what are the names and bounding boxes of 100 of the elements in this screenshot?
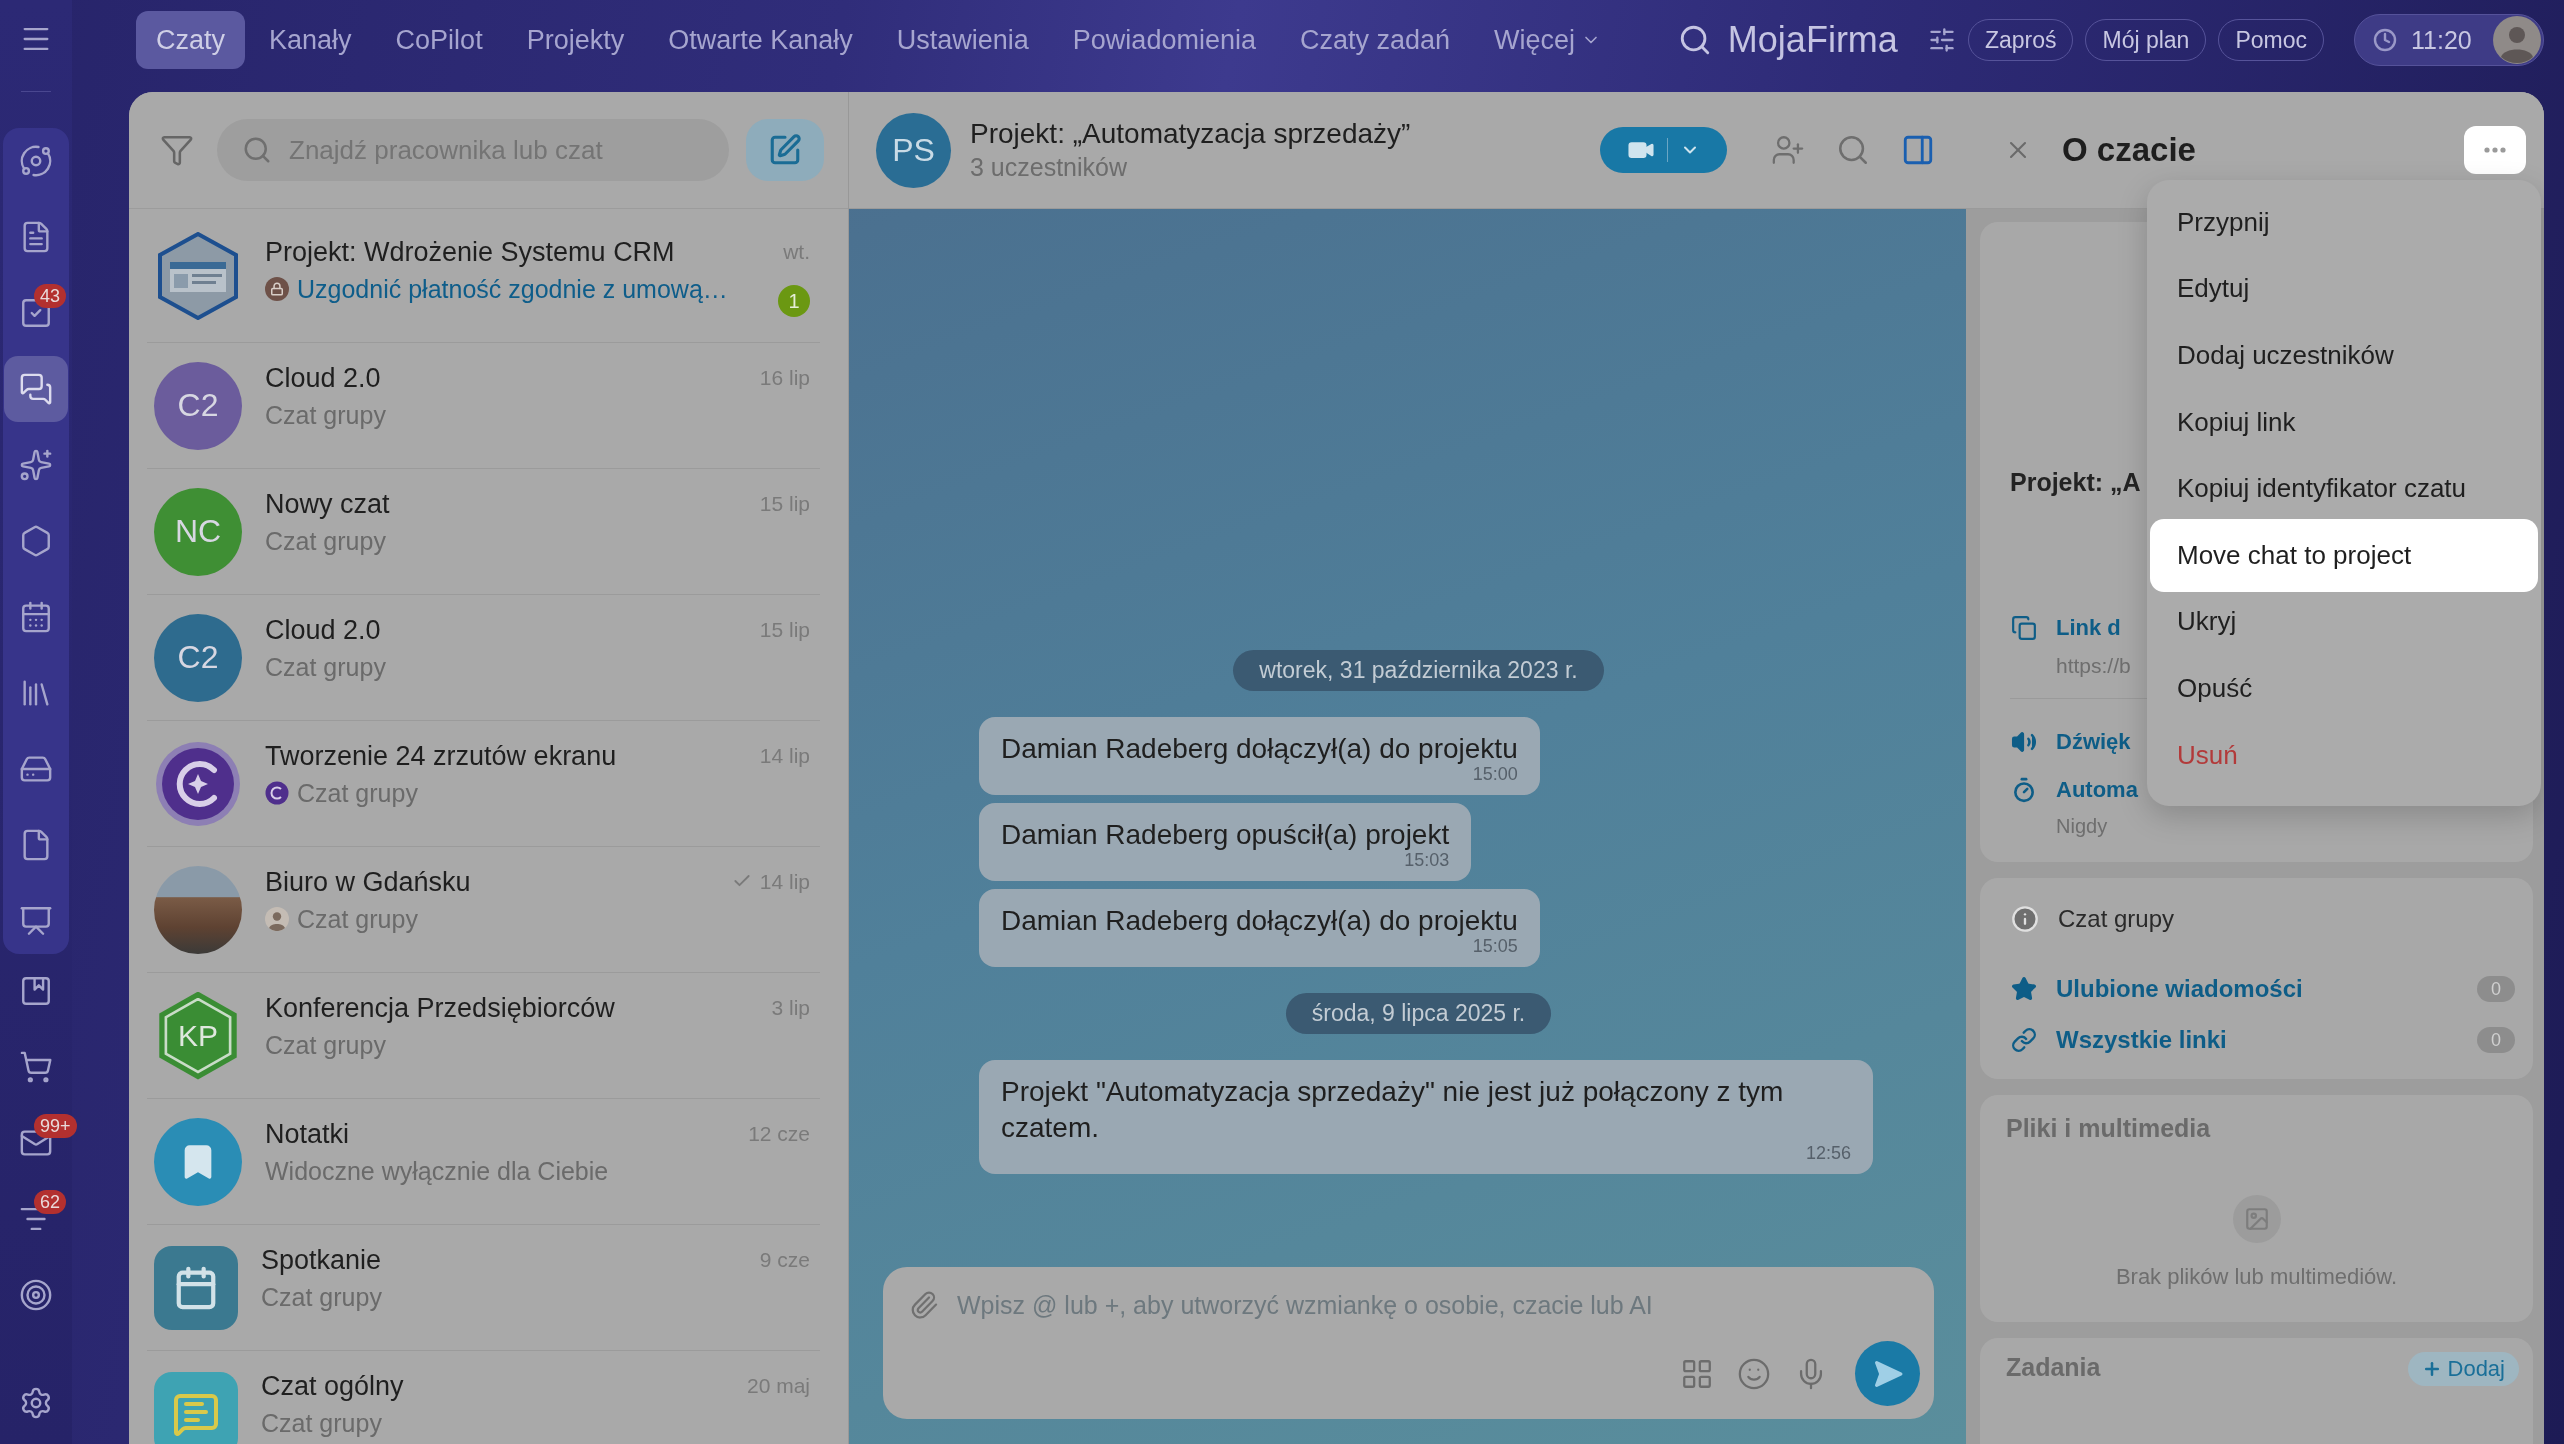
notification-badge: 43 (34, 284, 67, 308)
nav-tab[interactable]: Ustawienia (876, 11, 1049, 69)
settings-icon[interactable] (19, 1386, 53, 1420)
unread-count-badge: 1 (778, 285, 810, 317)
avatar-silhouette-icon (265, 907, 289, 931)
lock-icon (265, 277, 289, 301)
chat-bubbles-icon (19, 372, 53, 406)
nav-tab[interactable]: Czaty zadań (1279, 11, 1471, 69)
cart-icon (19, 1050, 53, 1084)
message-text: Damian Radeberg dołączył(a) do projektu (1001, 732, 1518, 766)
chat-title[interactable]: Cloud 2.0 (265, 362, 381, 394)
clock-time: 11:20 (2411, 25, 2472, 55)
menu-item[interactable]: Move chat to project (2150, 518, 2538, 592)
menu-item[interactable]: Edytuj (2150, 255, 2538, 323)
presentation-board-icon (19, 904, 53, 938)
notification-badge: 99+ (34, 1114, 77, 1138)
chat-title[interactable]: Konferencja Przedsiębiorców (265, 992, 615, 1024)
setting-value: Nigdy (2056, 814, 2108, 839)
chat-preview: Czat grupy (265, 526, 386, 556)
menu-item[interactable]: Kopiuj link (2150, 388, 2538, 456)
company-name: MojaFirma (1727, 19, 1898, 61)
chat-avatar: C2 (154, 361, 242, 450)
menu-item[interactable]: Dodaj uczestników (2150, 322, 2538, 389)
chat-preview: Uzgodnić płatność zgodnie z umową… (297, 274, 728, 304)
notification-badge: 62 (34, 1190, 67, 1214)
chat-preview: Czat grupy (297, 778, 418, 808)
chat-preview: Czat grupy (265, 400, 386, 430)
chat-preview: Widoczne wyłącznie dla Ciebie (265, 1156, 609, 1186)
message-text: Projekt "Automatyzacja sprzedaży" nie jest już połączony z tym czatem. (1001, 1075, 1785, 1145)
new-chat-button[interactable] (746, 119, 824, 181)
chat-title[interactable]: Czat ogólny (261, 1370, 404, 1402)
user-avatar-icon[interactable] (2493, 16, 2541, 64)
copy-icon[interactable] (2011, 614, 2037, 641)
more-options-button[interactable] (2464, 126, 2526, 174)
chat-title[interactable]: Nowy czat (265, 488, 390, 520)
nav-tab[interactable]: Powiadomienia (1052, 11, 1276, 69)
chat-title[interactable]: Projekt: Wdrożenie Systemu CRM (265, 236, 675, 268)
chat-avatar: PS (876, 112, 951, 188)
chat-type-label: Czat grupy (2058, 905, 2175, 933)
edit-icon (768, 133, 802, 167)
filter-icon[interactable] (160, 133, 194, 167)
menu-item[interactable]: Opuść (2150, 655, 2538, 722)
message-time: 12:56 (1805, 1142, 1851, 1164)
paperclip-icon[interactable] (909, 1290, 939, 1320)
info-icon (2011, 905, 2039, 933)
sparkles-icon (19, 448, 53, 482)
count-badge: 0 (2477, 976, 2515, 1002)
date-separator: wtorek, 31 października 2023 r. (1233, 650, 1604, 691)
hexagon-icon (19, 524, 53, 558)
menu-item[interactable]: Przypnij (2150, 189, 2538, 256)
video-call-button[interactable] (1600, 127, 1727, 173)
panel-title: O czacie (2062, 131, 2196, 169)
section-title: Zadania (2006, 1352, 2101, 1382)
chat-title[interactable]: Tworzenie 24 zrzutów ekranu (265, 740, 617, 772)
nav-tab[interactable]: Czaty (136, 11, 246, 69)
speaker-icon (2011, 729, 2037, 755)
chat-title[interactable]: Biuro w Gdańsku (265, 866, 471, 898)
nav-tab[interactable]: Kanały (249, 11, 372, 69)
message-time: 15:05 (1472, 936, 1518, 957)
chat-preview: Czat grupy (261, 1408, 382, 1438)
chat-title: Projekt: „A (2010, 467, 2141, 498)
link-icon (2011, 1027, 2037, 1053)
search-icon (242, 135, 272, 165)
chat-preview: Czat grupy (297, 904, 418, 934)
side-panel-icon[interactable] (1901, 133, 1935, 167)
timer-icon (2011, 777, 2037, 804)
clock-icon (2373, 28, 2397, 52)
target-icon (19, 1278, 53, 1312)
message-input-field[interactable]: Wpisz @ lub +, aby utworzyć wzmiankę o osobie, czacie lub AI (955, 1285, 1920, 1325)
ellipsis-icon (2484, 147, 2506, 153)
chat-avatar: C2 (154, 613, 242, 702)
star-icon (2011, 976, 2037, 1002)
chat-title[interactable]: Cloud 2.0 (265, 614, 381, 646)
nav-tab[interactable]: CoPilot (375, 11, 503, 69)
chat-preview: Czat grupy (261, 1282, 382, 1312)
date-separator: środa, 9 lipca 2025 r. (1285, 993, 1552, 1034)
chat-preview: Czat grupy (265, 1030, 386, 1060)
bookmark-box-icon (19, 974, 53, 1008)
calendar-icon (19, 600, 53, 634)
chat-preview: Czat grupy (265, 652, 386, 682)
ring-logo-icon (265, 781, 289, 805)
chat-title[interactable]: Notatki (265, 1118, 350, 1150)
nav-tab[interactable]: Projekty (506, 11, 645, 69)
nav-tab[interactable]: Otwarte Kanały (648, 11, 873, 69)
message-time: 15:00 (1472, 764, 1518, 785)
sliders-icon[interactable] (1927, 26, 1956, 54)
message-text: Damian Radeberg opuścił(a) projekt (1001, 818, 1450, 852)
chat-title[interactable]: Spotkanie (261, 1244, 382, 1276)
count-badge: 0 (2477, 1027, 2515, 1053)
sidebar-nav-button[interactable] (4, 356, 68, 422)
clock-widget[interactable]: 11:20 (2354, 14, 2544, 66)
message-time: 15:03 (1404, 850, 1450, 871)
chat-title: Projekt: „Automatyzacja sprzedaży” (970, 117, 1411, 151)
link-url: https://b (2056, 653, 2131, 680)
section-title: Pliki i multimedia (2006, 1113, 2211, 1143)
nav-tab[interactable]: Więcej (1474, 11, 1622, 69)
empty-state-text: Brak plików lub multimediów. (2115, 1264, 2398, 1290)
message-text: Damian Radeberg dołączył(a) do projektu (1001, 904, 1518, 938)
chat-avatar: NC (154, 487, 242, 576)
image-icon (2232, 1195, 2281, 1243)
